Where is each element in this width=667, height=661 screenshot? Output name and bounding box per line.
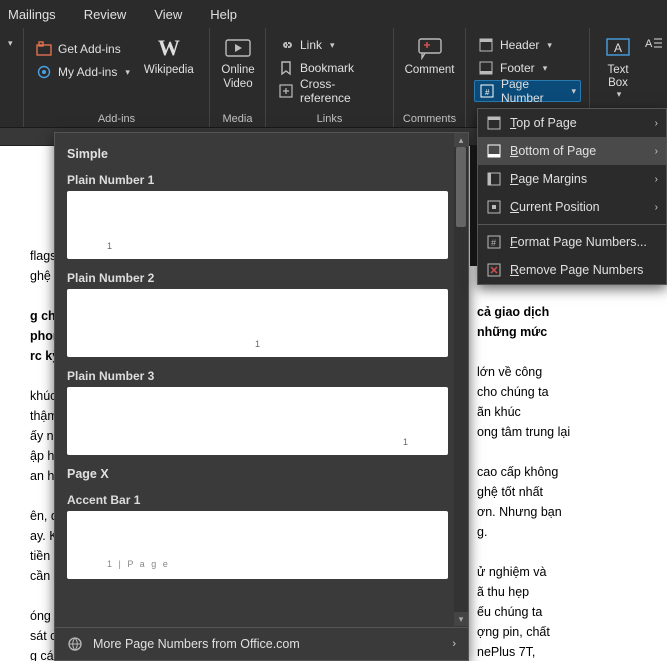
wikipedia-icon: W	[155, 34, 183, 62]
crossref-button[interactable]: Cross-reference	[274, 80, 385, 102]
more-from-office-button[interactable]: More Page Numbers from Office.com ›	[55, 627, 468, 660]
tab-mailings[interactable]: Mailings	[8, 7, 56, 22]
tab-review[interactable]: Review	[84, 7, 127, 22]
svg-text:#: #	[485, 88, 490, 97]
header-button[interactable]: Header▾	[474, 34, 581, 56]
gallery-item-plain-2[interactable]: 1	[67, 289, 448, 357]
svg-text:#: #	[491, 238, 496, 248]
svg-text:A: A	[614, 41, 622, 55]
gallery-item-label: Plain Number 3	[67, 363, 448, 387]
comments-group-label: Comments	[402, 111, 457, 125]
more-label: More Page Numbers from Office.com	[93, 637, 300, 651]
page-margins-icon	[486, 171, 502, 187]
gallery-group-simple: Simple	[67, 141, 448, 167]
link-label: Link	[300, 38, 322, 52]
crossref-icon	[278, 83, 294, 99]
format-icon: #	[486, 234, 502, 250]
dropcap-icon[interactable]: A	[645, 36, 663, 50]
video-icon	[224, 34, 252, 62]
menu-format-page-numbers[interactable]: # Format Page Numbers...	[478, 228, 666, 256]
gallery-scrollbar[interactable]: ▴ ▾	[454, 133, 468, 626]
my-addins-label: My Add-ins	[58, 65, 117, 79]
get-addins-button[interactable]: Get Add-ins	[32, 38, 134, 60]
header-label: Header	[500, 38, 539, 52]
video-label: Online Video	[221, 64, 254, 92]
menu-separator	[478, 224, 666, 225]
media-group-label: Media	[218, 111, 257, 125]
page-number-gallery: Simple Plain Number 1 1 Plain Number 2 1…	[54, 132, 469, 661]
links-group-label: Links	[274, 111, 385, 125]
get-addins-label: Get Add-ins	[58, 42, 121, 56]
bookmark-button[interactable]: Bookmark	[274, 57, 385, 79]
footer-label: Footer	[500, 61, 535, 75]
remove-icon	[486, 262, 502, 278]
gallery-item-accent-1[interactable]: 1 | P a g e	[67, 511, 448, 579]
gallery-item-plain-3[interactable]: 1	[67, 387, 448, 455]
addins-group-label: Add-ins	[32, 111, 201, 125]
svg-text:A: A	[645, 38, 653, 50]
current-position-icon	[486, 199, 502, 215]
tab-view[interactable]: View	[154, 7, 182, 22]
scroll-thumb[interactable]	[456, 147, 466, 227]
page-top-icon	[486, 115, 502, 131]
page-bottom-icon	[486, 143, 502, 159]
chevron-right-icon: ›	[452, 638, 456, 650]
wikipedia-label: Wikipedia	[144, 64, 194, 76]
footer-button[interactable]: Footer▾	[474, 57, 581, 79]
menu-top-of-page[interactable]: Top of Page ›	[478, 109, 666, 137]
chevron-right-icon: ›	[655, 174, 658, 185]
comment-icon	[416, 34, 444, 62]
page-number-button[interactable]: # Page Number▾	[474, 80, 581, 102]
header-icon	[478, 37, 494, 53]
gallery-item-label: Accent Bar 1	[67, 487, 448, 511]
menu-bottom-of-page[interactable]: Bottom of Page ›	[478, 137, 666, 165]
textbox-icon: A	[604, 34, 632, 62]
scroll-down-icon[interactable]: ▾	[454, 612, 468, 626]
chevron-right-icon: ›	[655, 118, 658, 129]
doc-text-right: cả giao dịch những mức lớn về công cho c…	[477, 262, 647, 661]
footer-icon	[478, 60, 494, 76]
addins-icon	[36, 64, 52, 80]
gallery-item-plain-1[interactable]: 1	[67, 191, 448, 259]
bookmark-icon	[278, 60, 294, 76]
link-button[interactable]: Link▾	[274, 34, 385, 56]
my-addins-button[interactable]: My Add-ins▾	[32, 61, 134, 83]
globe-icon	[67, 636, 83, 652]
online-video-button[interactable]: Online Video	[218, 32, 258, 94]
chevron-right-icon: ›	[655, 202, 658, 213]
store-icon	[36, 41, 52, 57]
chevron-right-icon: ›	[655, 146, 658, 157]
menu-current-position[interactable]: Current Position ›	[478, 193, 666, 221]
wikipedia-button[interactable]: W Wikipedia	[140, 32, 198, 78]
menu-page-margins[interactable]: Page Margins ›	[478, 165, 666, 193]
comment-button[interactable]: Comment	[402, 32, 457, 78]
crossref-label: Cross-reference	[300, 77, 381, 105]
gallery-item-label: Plain Number 1	[67, 167, 448, 191]
tab-help[interactable]: Help	[210, 7, 237, 22]
menu-remove-page-numbers[interactable]: Remove Page Numbers	[478, 256, 666, 284]
dropdown-button[interactable]: ▾	[2, 32, 17, 54]
textbox-button[interactable]: A Text Box▾	[598, 32, 638, 102]
page-number-label: Page Number	[501, 77, 563, 105]
gallery-group-pagex: Page X	[67, 461, 448, 487]
bookmark-label: Bookmark	[300, 61, 354, 75]
page-number-icon: #	[479, 83, 495, 99]
gallery-item-label: Plain Number 2	[67, 265, 448, 289]
comment-label: Comment	[405, 64, 455, 76]
page-number-menu: Top of Page › Bottom of Page › Page Marg…	[477, 108, 667, 285]
link-icon	[278, 37, 294, 53]
scroll-up-icon[interactable]: ▴	[454, 133, 468, 147]
textbox-label: Text Box	[607, 64, 628, 89]
